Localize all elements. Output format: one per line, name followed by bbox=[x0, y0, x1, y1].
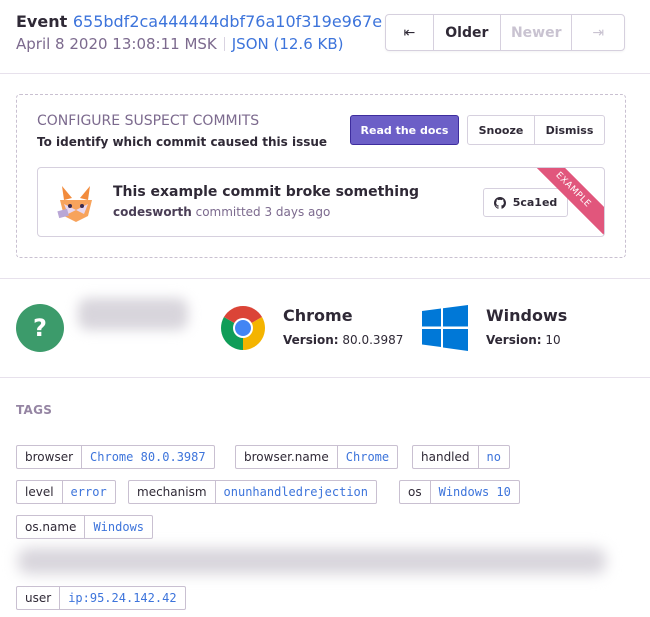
event-id-link[interactable]: 655bdf2ca444444dbf76a10f319e967e bbox=[73, 12, 382, 31]
dismiss-button[interactable]: Dismiss bbox=[535, 116, 604, 144]
tag-browser[interactable]: browser Chrome 80.0.3987 bbox=[16, 445, 215, 469]
suspect-commits-panel: CONFIGURE SUSPECT COMMITS To identify wh… bbox=[16, 94, 626, 258]
tag-key: os.name bbox=[17, 516, 86, 538]
tag-os-name[interactable]: os.name Windows bbox=[16, 515, 154, 539]
tag-value[interactable]: ip:95.24.142.42 bbox=[60, 587, 184, 609]
unknown-user-icon: ? bbox=[16, 304, 64, 352]
windows-icon bbox=[422, 305, 468, 351]
os-version-label: Version: bbox=[486, 333, 542, 347]
suspect-commits-heading: CONFIGURE SUSPECT COMMITS bbox=[37, 113, 260, 129]
tag-key: handled bbox=[413, 446, 479, 468]
commit-byline: codesworth committed 3 days ago bbox=[113, 205, 330, 219]
newer-event-button[interactable]: Newer bbox=[501, 15, 573, 50]
event-header: Event 655bdf2ca444444dbf76a10f319e967e A… bbox=[16, 12, 382, 53]
tag-handled[interactable]: handled no bbox=[412, 445, 510, 469]
chrome-icon bbox=[221, 306, 265, 350]
browser-version: Version: 80.0.3987 bbox=[283, 333, 403, 347]
snooze-button[interactable]: Snooze bbox=[468, 116, 535, 144]
event-pager: ⇤ Older Newer ⇥ bbox=[385, 14, 625, 51]
commit-action: committed 3 days ago bbox=[195, 205, 331, 219]
first-page-icon: ⇤ bbox=[403, 24, 416, 41]
browser-version-label: Version: bbox=[283, 333, 339, 347]
tag-value[interactable]: no bbox=[479, 446, 509, 468]
tag-value[interactable]: Chrome 80.0.3987 bbox=[82, 446, 214, 468]
tag-key: mechanism bbox=[129, 481, 216, 503]
github-icon bbox=[493, 196, 506, 209]
last-event-button[interactable]: ⇥ bbox=[572, 15, 624, 50]
context-divider bbox=[0, 377, 650, 378]
event-title: Event 655bdf2ca444444dbf76a10f319e967e bbox=[16, 12, 382, 31]
redacted-tag-row bbox=[18, 548, 606, 574]
tag-value[interactable]: Windows 10 bbox=[431, 481, 519, 503]
last-page-icon: ⇥ bbox=[592, 24, 605, 41]
os-version: Version: 10 bbox=[486, 333, 561, 347]
commit-avatar-icon bbox=[57, 186, 92, 222]
browser-name: Chrome bbox=[283, 306, 353, 325]
tag-browser-name[interactable]: browser.name Chrome bbox=[235, 445, 399, 469]
tag-value[interactable]: onunhandledrejection bbox=[216, 481, 376, 503]
os-name: Windows bbox=[486, 306, 568, 325]
older-event-button[interactable]: Older bbox=[434, 15, 502, 50]
json-link[interactable]: JSON (12.6 KB) bbox=[232, 35, 344, 53]
first-event-button[interactable]: ⇤ bbox=[386, 15, 434, 50]
browser-version-value: 80.0.3987 bbox=[342, 333, 404, 347]
example-commit-card: This example commit broke something code… bbox=[37, 167, 605, 237]
event-timestamp: April 8 2020 13:08:11 MSK bbox=[16, 35, 217, 53]
header-divider bbox=[0, 73, 650, 74]
commit-author: codesworth bbox=[113, 205, 192, 219]
tag-key: user bbox=[17, 587, 61, 609]
os-version-value: 10 bbox=[545, 333, 561, 347]
snooze-dismiss-group: Snooze Dismiss bbox=[467, 115, 605, 145]
commit-sha: 5ca1ed bbox=[512, 196, 558, 209]
read-the-docs-button[interactable]: Read the docs bbox=[350, 115, 459, 145]
suspect-divider bbox=[0, 278, 650, 279]
commit-title: This example commit broke something bbox=[113, 184, 420, 200]
commit-sha-button[interactable]: 5ca1ed bbox=[483, 188, 568, 217]
tag-key: browser.name bbox=[236, 446, 338, 468]
meta-separator bbox=[223, 37, 225, 51]
event-meta: April 8 2020 13:08:11 MSK JSON (12.6 KB) bbox=[16, 35, 382, 53]
tag-key: level bbox=[17, 481, 63, 503]
tag-key: os bbox=[400, 481, 431, 503]
tag-level[interactable]: level error bbox=[16, 480, 116, 504]
tag-user[interactable]: user ip:95.24.142.42 bbox=[16, 586, 186, 610]
tag-value[interactable]: Windows bbox=[85, 516, 152, 538]
redacted-user-info bbox=[78, 298, 188, 330]
tag-os[interactable]: os Windows 10 bbox=[399, 480, 520, 504]
tags-heading: TAGS bbox=[16, 403, 53, 417]
tag-mechanism[interactable]: mechanism onunhandledrejection bbox=[128, 480, 378, 504]
tag-key: browser bbox=[17, 446, 83, 468]
suspect-commits-subheading: To identify which commit caused this iss… bbox=[37, 135, 328, 149]
tag-value[interactable]: Chrome bbox=[338, 446, 397, 468]
tag-value[interactable]: error bbox=[63, 481, 115, 503]
event-label: Event bbox=[16, 12, 68, 31]
